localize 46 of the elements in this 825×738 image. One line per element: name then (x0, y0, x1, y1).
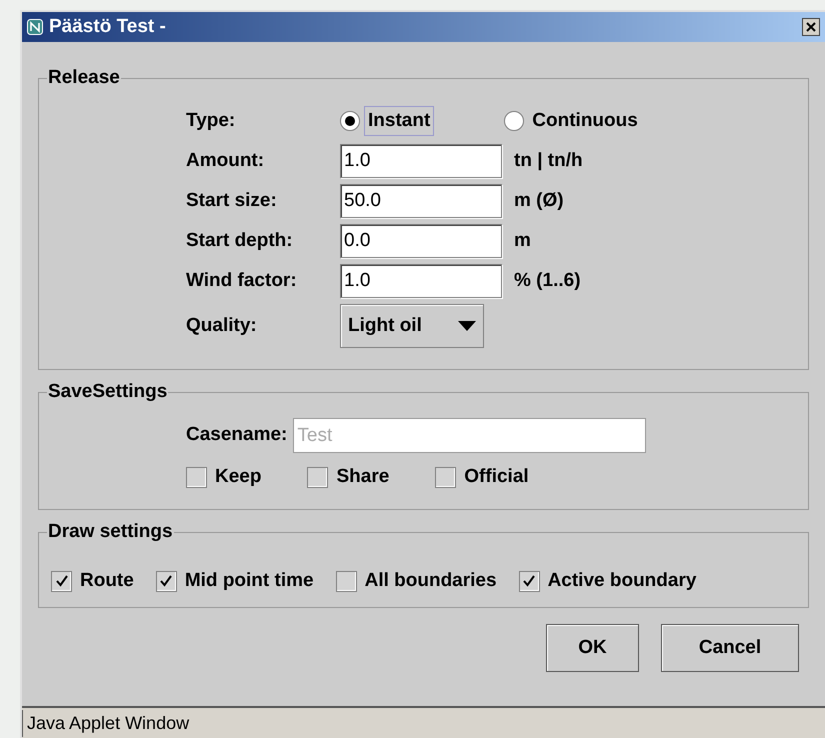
radio-button[interactable] (504, 111, 524, 131)
radio-label: Instant (364, 106, 434, 136)
input-field[interactable]: 0.0 (340, 224, 502, 258)
dialog-button[interactable]: Cancel (661, 624, 799, 672)
input-field[interactable]: 1.0 (340, 264, 502, 298)
unit-label: m (Ø) (514, 188, 565, 213)
field-label: Amount: (186, 148, 266, 173)
input-field[interactable]: 50.0 (340, 184, 502, 218)
checkbox-label: Active boundary (548, 569, 696, 593)
dropdown-arrow-icon (458, 321, 476, 331)
checkbox[interactable] (336, 570, 357, 592)
unit-label: tn | tn/h (514, 148, 584, 173)
casename-field[interactable]: Test (293, 418, 646, 453)
radio-button[interactable] (340, 111, 360, 131)
dialog-button[interactable]: OK (546, 624, 639, 672)
checkbox-label: Share (336, 465, 390, 489)
checkmark-icon (160, 575, 172, 588)
checkmark-icon (56, 575, 68, 588)
checkbox-label: Route (80, 569, 134, 593)
checkbox-label: Mid point time (184, 569, 314, 593)
field-label: Start depth: (186, 228, 294, 253)
field-label: Casename: (186, 423, 288, 448)
status-text: Java Applet Window (22, 710, 190, 736)
checkbox[interactable] (307, 466, 328, 488)
window-title: Päästö Test - (49, 14, 167, 39)
field-label: Wind factor: (186, 268, 298, 293)
checkbox[interactable] (518, 570, 540, 592)
quality-dropdown[interactable]: Light oil (340, 304, 484, 348)
checkbox-label: Official (464, 465, 529, 489)
unit-label: % (1..6) (514, 268, 582, 293)
checkbox[interactable] (156, 570, 177, 592)
field-label: Quality: (186, 314, 258, 338)
checkmark-icon (523, 575, 536, 588)
field-label: Start size: (186, 188, 278, 213)
checkbox[interactable] (51, 570, 72, 592)
unit-label: m (514, 228, 532, 253)
checkbox-label: Keep (215, 465, 262, 489)
checkbox-label: All boundaries (364, 569, 497, 593)
app-icon (27, 19, 43, 35)
radio-label: Continuous (531, 108, 639, 133)
close-button[interactable] (802, 18, 820, 36)
checkbox[interactable] (186, 466, 207, 488)
close-icon (806, 22, 816, 32)
checkbox[interactable] (435, 466, 456, 488)
input-field[interactable]: 1.0 (340, 144, 502, 178)
field-label: Type: (186, 108, 236, 133)
